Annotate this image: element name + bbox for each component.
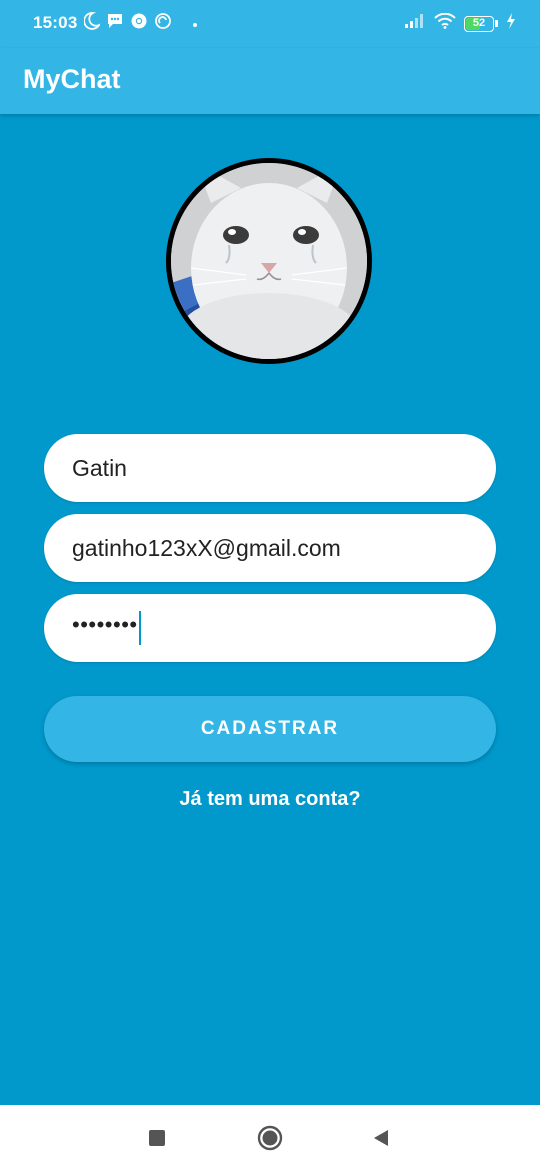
navigation-bar bbox=[0, 1105, 540, 1170]
register-button[interactable]: CADASTRAR bbox=[44, 696, 496, 762]
recents-icon[interactable] bbox=[144, 1125, 170, 1151]
status-notification-icons bbox=[83, 12, 198, 35]
avatar[interactable] bbox=[166, 158, 372, 364]
sync-icon bbox=[154, 12, 172, 35]
app-bar: MyChat bbox=[0, 48, 540, 114]
signal-icon bbox=[404, 13, 426, 34]
email-field-value: gatinho123xX@gmail.com bbox=[72, 534, 341, 561]
message-icon bbox=[106, 12, 124, 35]
status-system-icons: 52 bbox=[404, 12, 516, 34]
dot-icon bbox=[192, 15, 198, 33]
wifi-icon bbox=[434, 12, 456, 34]
login-link[interactable]: Já tem uma conta? bbox=[0, 788, 540, 811]
text-cursor bbox=[138, 611, 141, 645]
home-icon[interactable] bbox=[257, 1125, 283, 1151]
battery-cap bbox=[495, 20, 498, 27]
battery-icon: 52 bbox=[464, 15, 498, 32]
back-icon[interactable] bbox=[368, 1125, 394, 1151]
battery-level: 52 bbox=[472, 17, 486, 29]
chrome-icon bbox=[130, 12, 148, 35]
app-title: MyChat bbox=[23, 64, 121, 94]
status-time: 15:03 bbox=[33, 13, 78, 32]
name-field[interactable]: Gatin bbox=[44, 434, 496, 502]
password-field[interactable]: •••••••• bbox=[44, 594, 496, 662]
name-field-value: Gatin bbox=[72, 454, 127, 481]
status-bar: 15:03 52 bbox=[0, 0, 540, 48]
battery-outline: 52 bbox=[464, 15, 494, 32]
password-field-value: •••••••• bbox=[72, 612, 138, 637]
moon-icon bbox=[83, 12, 102, 35]
crying-cat-photo bbox=[171, 163, 367, 359]
charging-icon bbox=[506, 13, 516, 34]
email-field[interactable]: gatinho123xX@gmail.com bbox=[44, 514, 496, 582]
